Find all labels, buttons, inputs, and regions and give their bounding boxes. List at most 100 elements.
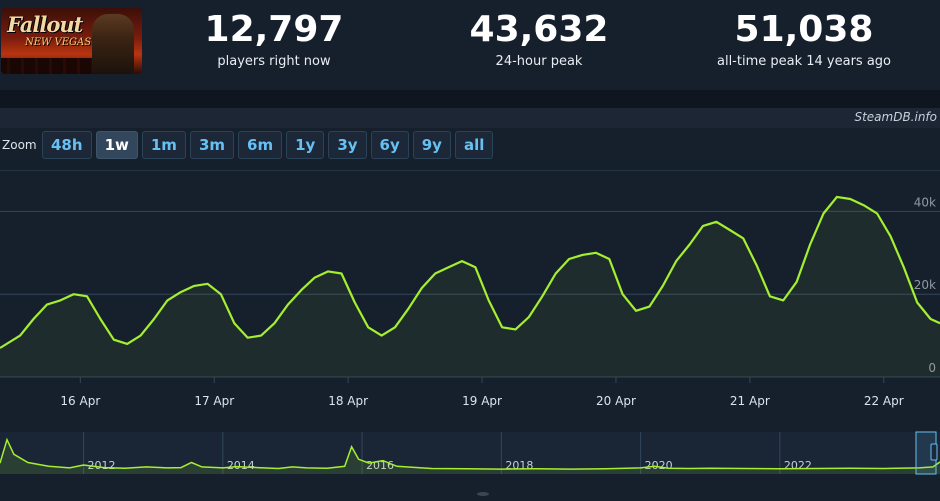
data-point[interactable]	[135, 330, 147, 342]
data-point[interactable]	[831, 191, 843, 203]
data-point[interactable]	[416, 282, 428, 294]
chart-area: 0 20k 40k 16 Apr 17 Apr 18 Apr 19 Apr 20 Apr 21 …	[0, 169, 940, 497]
data-point[interactable]	[724, 224, 736, 236]
logo-title: Fallout	[7, 12, 83, 37]
stat-value: 43,632	[469, 9, 609, 50]
data-point[interactable]	[202, 278, 214, 290]
data-point[interactable]	[858, 199, 870, 211]
zoom-button-6m[interactable]: 6m	[238, 131, 283, 159]
y-tick-label: 20k	[914, 278, 936, 292]
x-tick-label: 16 Apr	[60, 394, 100, 408]
stat-players-now: 12,797 players right now	[159, 8, 389, 69]
data-point[interactable]	[14, 330, 26, 342]
data-point[interactable]	[469, 261, 481, 273]
zoom-label: Zoom	[2, 138, 37, 152]
data-point[interactable]	[630, 305, 642, 317]
data-point[interactable]	[791, 276, 803, 288]
data-point[interactable]	[175, 286, 187, 298]
data-point[interactable]	[764, 290, 776, 302]
data-point[interactable]	[884, 230, 896, 242]
zoom-button-1w[interactable]: 1w	[95, 131, 138, 159]
data-point[interactable]	[818, 207, 830, 219]
data-point[interactable]	[523, 311, 535, 323]
data-point[interactable]	[844, 193, 856, 205]
zoom-button-9y[interactable]: 9y	[412, 131, 451, 159]
data-point[interactable]	[242, 332, 254, 344]
x-tick-label: 21 Apr	[730, 394, 770, 408]
data-point[interactable]	[510, 323, 522, 335]
data-point[interactable]	[309, 272, 321, 284]
data-point[interactable]	[68, 288, 80, 300]
zoom-button-48h[interactable]: 48h	[42, 131, 92, 159]
ranger-figure-graphic	[92, 14, 134, 74]
data-point[interactable]	[550, 268, 562, 280]
data-point[interactable]	[94, 313, 106, 325]
data-point[interactable]	[617, 288, 629, 300]
data-point[interactable]	[228, 317, 240, 329]
x-tick-label: 17 Apr	[194, 394, 234, 408]
zoom-button-3m[interactable]: 3m	[189, 131, 235, 159]
zoom-button-3y[interactable]: 3y	[328, 131, 367, 159]
data-point[interactable]	[670, 255, 682, 267]
data-point[interactable]	[496, 321, 508, 333]
data-point[interactable]	[54, 294, 66, 306]
player-count-chart[interactable]: 020k40k16 Apr 17 Apr 18 Apr 19 Apr 20 Apr 21 …	[0, 169, 940, 497]
data-point[interactable]	[255, 330, 267, 342]
steamdb-credit-link[interactable]: SteamDB.info	[854, 110, 937, 124]
stat-label: players right now	[217, 54, 331, 69]
data-point[interactable]	[911, 296, 923, 308]
header-divider	[0, 90, 940, 108]
data-point[interactable]	[751, 259, 763, 271]
data-point[interactable]	[456, 255, 468, 267]
data-point[interactable]	[402, 303, 414, 315]
data-point[interactable]	[429, 268, 441, 280]
data-point[interactable]	[335, 268, 347, 280]
data-point[interactable]	[777, 294, 789, 306]
zoom-button-all[interactable]: all	[454, 131, 494, 159]
data-point[interactable]	[684, 239, 696, 251]
data-point[interactable]	[697, 220, 709, 232]
data-point[interactable]	[657, 280, 669, 292]
data-point[interactable]	[563, 253, 575, 265]
stat-all-time-peak: 51,038 all-time peak 14 years ago	[689, 8, 919, 69]
data-point[interactable]	[148, 313, 160, 325]
data-point[interactable]	[215, 288, 227, 300]
data-point[interactable]	[737, 232, 749, 244]
data-point[interactable]	[121, 338, 133, 350]
data-point[interactable]	[295, 284, 307, 296]
zoom-button-1y[interactable]: 1y	[286, 131, 325, 159]
data-point[interactable]	[389, 321, 401, 333]
navigator-handle[interactable]	[930, 443, 938, 461]
game-logo[interactable]: Fallout NEW VEGAS	[1, 8, 142, 74]
data-point[interactable]	[282, 299, 294, 311]
data-point[interactable]	[269, 317, 281, 329]
scrollbar-thumb[interactable]	[477, 492, 489, 496]
city-skyline-graphic	[1, 58, 97, 74]
data-point[interactable]	[27, 313, 39, 325]
stat-label: 24-hour peak	[495, 54, 583, 69]
data-point[interactable]	[161, 294, 173, 306]
data-point[interactable]	[643, 301, 655, 313]
data-point[interactable]	[41, 299, 53, 311]
data-point[interactable]	[483, 294, 495, 306]
data-point[interactable]	[349, 296, 361, 308]
data-point[interactable]	[590, 247, 602, 259]
data-point[interactable]	[443, 261, 455, 273]
y-tick-label: 40k	[914, 195, 936, 209]
data-point[interactable]	[188, 280, 200, 292]
data-point[interactable]	[376, 330, 388, 342]
data-point[interactable]	[108, 334, 120, 346]
zoom-button-1m[interactable]: 1m	[141, 131, 186, 159]
x-tick-label: 20 Apr	[596, 394, 636, 408]
data-point[interactable]	[536, 290, 548, 302]
data-point[interactable]	[603, 253, 615, 265]
data-point[interactable]	[322, 265, 334, 277]
data-point[interactable]	[576, 249, 588, 261]
data-point[interactable]	[898, 261, 910, 273]
data-point[interactable]	[871, 207, 883, 219]
zoom-button-6y[interactable]: 6y	[370, 131, 409, 159]
data-point[interactable]	[81, 290, 93, 302]
data-point[interactable]	[804, 239, 816, 251]
data-point[interactable]	[362, 321, 374, 333]
data-point[interactable]	[710, 216, 722, 228]
